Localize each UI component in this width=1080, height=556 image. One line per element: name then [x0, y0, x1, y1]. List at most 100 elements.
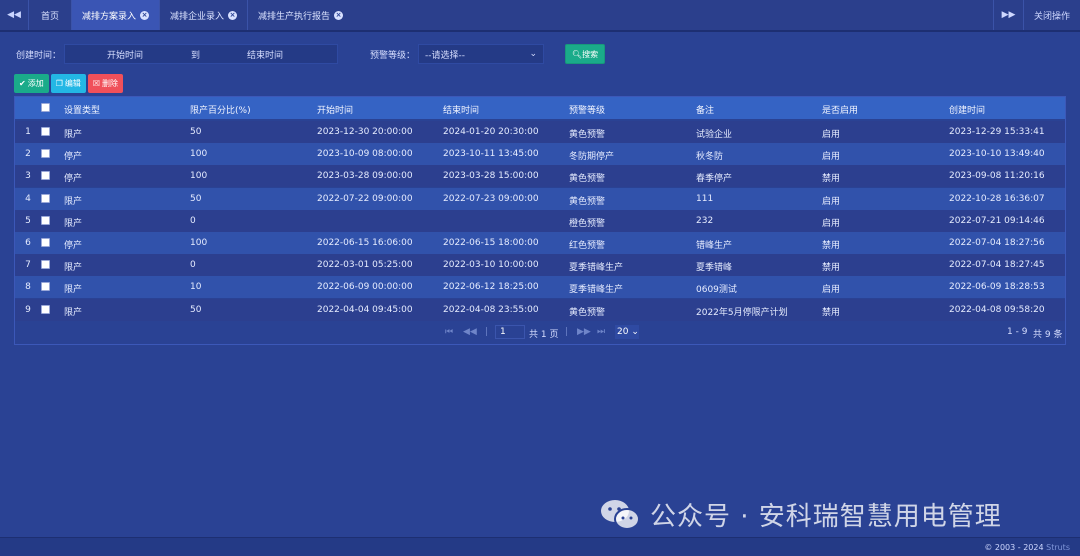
edit-label: 编辑 [64, 79, 81, 88]
column-header[interactable]: 预警等级 [569, 103, 605, 116]
cell-end: 2022-06-15 18:00:00 [443, 238, 539, 248]
warning-level-select[interactable]: --请选择-- ⌄ [418, 44, 544, 64]
cell-note: 春季停产 [696, 174, 733, 185]
cell-enabled: 启用 [822, 130, 841, 140]
table-row[interactable]: 3 停产 100 2023-03-28 09:00:00 2023-03-28 15:0… [15, 165, 1065, 188]
cell-enabled: 禁用 [822, 263, 841, 274]
cell-note: 111 [696, 193, 714, 204]
cell-end: 2023-10-11 13:45:00 [443, 149, 539, 160]
cell-enabled: 启用 [822, 285, 841, 296]
tab-reduction-enterprise[interactable]: 减排企业录入 × [159, 0, 247, 30]
add-button[interactable]: ✔ 添加 [14, 74, 49, 93]
column-header[interactable]: 备注 [696, 103, 714, 116]
cell-created: 2023-10-10 13:49:40 [949, 149, 1045, 160]
cell-created: 2023-12-29 15:33:41 [949, 127, 1045, 137]
table-row[interactable]: 6 停产 100 2022-06-15 16:06:00 2022-06-15 18:0… [15, 232, 1065, 254]
close-icon[interactable]: × [140, 10, 150, 20]
date-range-input[interactable]: 开始时间 到 结束时间 [64, 44, 338, 64]
row-number: 7 [25, 260, 31, 271]
delete-label: 删除 [102, 79, 119, 88]
row-checkbox[interactable] [41, 193, 50, 203]
tab-reduction-plan[interactable]: 减排方案录入 × [71, 0, 160, 30]
select-all-checkbox[interactable] [41, 103, 50, 112]
cell-end: 2022-03-10 10:00:00 [443, 260, 539, 271]
tab-scroll-left-icon[interactable]: ◀◀ [0, 0, 28, 30]
separator: | [565, 327, 569, 337]
cell-note: 试验企业 [696, 130, 733, 140]
cell-percent: 50 [190, 304, 202, 315]
cell-created: 2022-07-21 09:14:46 [949, 215, 1045, 226]
cell-level: 橙色预警 [569, 218, 606, 229]
tab-bar: ◀◀ 首页 减排方案录入 × 减排企业录入 × 减排生产执行报告 × ▶▶ 关闭… [0, 0, 1080, 32]
page-size-value: 20 [617, 327, 629, 337]
record-total: 共 9 条 [1033, 330, 1063, 340]
row-number: 6 [25, 238, 31, 248]
tab-home[interactable]: 首页 [28, 0, 71, 30]
column-header[interactable]: 设置类型 [64, 103, 100, 116]
row-number: 4 [25, 193, 31, 204]
tab-label: 减排生产执行报告 [258, 11, 331, 22]
copy-icon: ❐ [55, 79, 63, 88]
cell-type: 限产 [64, 196, 83, 207]
page-number-input[interactable]: 1 [495, 325, 525, 339]
row-checkbox[interactable] [41, 171, 50, 181]
prev-page-icon[interactable]: ◀◀ [463, 327, 477, 337]
close-operations-button[interactable]: 关闭操作 [1022, 0, 1080, 30]
cell-end: 2023-03-28 15:00:00 [443, 171, 539, 182]
close-icon[interactable]: × [334, 10, 344, 20]
table-row[interactable]: 4 限产 50 2022-07-22 09:00:00 2022-07-23 09:00… [15, 187, 1065, 210]
table-row[interactable]: 8 限产 10 2022-06-09 00:00:00 2022-06-12 18:25… [15, 276, 1065, 299]
row-checkbox[interactable] [41, 238, 50, 247]
cell-start: 2022-03-01 05:25:00 [317, 260, 413, 271]
table-row[interactable]: 2 停产 100 2023-10-09 08:00:00 2023-10-11 13:4… [15, 143, 1065, 166]
total-pages-text: 共 1 页 [529, 330, 559, 340]
row-checkbox[interactable] [41, 127, 50, 136]
first-page-icon[interactable]: ⏮ [445, 327, 453, 337]
column-header[interactable]: 是否启用 [822, 103, 858, 116]
next-page-icon[interactable]: ▶▶ [577, 327, 591, 337]
row-checkbox[interactable] [41, 215, 50, 225]
cell-percent: 50 [190, 127, 202, 137]
cell-level: 黄色预警 [569, 130, 606, 140]
row-number: 2 [25, 149, 31, 160]
row-checkbox[interactable] [41, 149, 50, 159]
cell-start: 2022-04-04 09:45:00 [317, 304, 413, 315]
end-time-input[interactable]: 结束时间 [247, 48, 283, 61]
tab-production-report[interactable]: 减排生产执行报告 × [247, 0, 353, 30]
tab-scroll-right-icon[interactable]: ▶▶ [992, 0, 1023, 30]
cell-start: 2023-10-09 08:00:00 [317, 149, 413, 160]
table-header: 设置类型 限产百分比(%) 开始时间 结束时间 预警等级 备注 是否启用 创建时… [15, 97, 1065, 119]
cell-end: 2022-06-12 18:25:00 [443, 282, 539, 293]
tab-label: 减排企业录入 [170, 11, 225, 22]
cell-created: 2022-06-09 18:28:53 [949, 282, 1045, 293]
table-row[interactable]: 7 限产 0 2022-03-01 05:25:00 2022-03-10 10:00:… [15, 254, 1065, 277]
data-table: 设置类型 限产百分比(%) 开始时间 结束时间 预警等级 备注 是否启用 创建时… [14, 96, 1066, 345]
page-size-select[interactable]: 20 ⌄ [615, 325, 639, 339]
column-header[interactable]: 限产百分比(%) [190, 103, 251, 116]
row-checkbox[interactable] [41, 282, 50, 292]
row-checkbox[interactable] [41, 260, 50, 270]
cell-type: 停产 [64, 152, 83, 163]
column-header[interactable]: 结束时间 [443, 103, 479, 116]
table-row[interactable]: 9 限产 50 2022-04-04 09:45:00 2022-04-08 23:55… [15, 298, 1065, 321]
watermark: 公众号 · 安科瑞智慧用电管理 [600, 496, 1002, 533]
row-checkbox[interactable] [41, 304, 50, 314]
table-row[interactable]: 1 限产 50 2023-12-30 20:00:00 2024-01-20 20:30… [15, 121, 1065, 143]
edit-button[interactable]: ❐ 编辑 [50, 74, 86, 93]
tab-label: 减排方案录入 [82, 11, 137, 22]
cell-enabled: 启用 [822, 196, 841, 207]
row-number: 1 [25, 127, 31, 137]
search-button[interactable]: 🔍︎ 搜索 [565, 44, 605, 64]
close-icon[interactable]: × [228, 10, 238, 20]
warning-level-value: --请选择-- [425, 50, 465, 61]
column-header[interactable]: 创建时间 [949, 103, 985, 116]
start-time-input[interactable]: 开始时间 [107, 48, 143, 61]
delete-button[interactable]: ☒ 删除 [87, 74, 124, 93]
cell-percent: 10 [190, 282, 202, 293]
table-row[interactable]: 5 限产 0 橙色预警 232 启用 2022-07-21 09:14:46 [15, 209, 1065, 232]
cell-start: 2022-06-15 16:06:00 [317, 238, 413, 248]
cell-start: 2023-12-30 20:00:00 [317, 127, 413, 137]
cell-note: 秋冬防 [696, 152, 724, 163]
column-header[interactable]: 开始时间 [317, 103, 353, 116]
last-page-icon[interactable]: ⏭ [597, 327, 605, 337]
